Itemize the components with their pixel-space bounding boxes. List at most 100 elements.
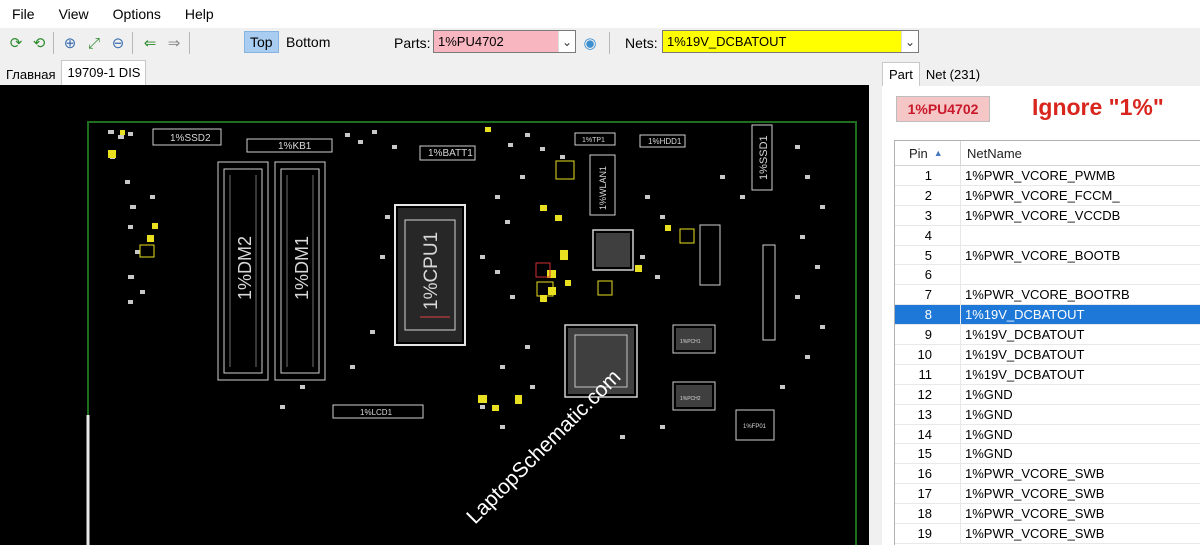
pin-cell: 13 xyxy=(895,404,961,424)
netname-column-header[interactable]: NetName xyxy=(961,141,1022,165)
pin-cell: 4 xyxy=(895,225,961,245)
pin-cell: 9 xyxy=(895,325,961,345)
menu-file[interactable]: File xyxy=(0,0,47,28)
table-row[interactable]: 13 1%GND xyxy=(895,404,1200,425)
toolbar-separator xyxy=(53,32,54,54)
label-pch2: 1%PCH2 xyxy=(680,396,701,402)
tab-part[interactable]: Part xyxy=(882,62,920,86)
menu-help[interactable]: Help xyxy=(173,0,226,28)
nets-combobox[interactable]: 1%19V_DCBATOUT ⌄ xyxy=(662,30,919,53)
table-row[interactable]: 4 xyxy=(895,225,1200,246)
refresh-icon[interactable]: ⟳ xyxy=(6,33,26,53)
back-arrow-icon[interactable]: ⇐ xyxy=(140,33,160,53)
table-row[interactable]: 14 1%GND xyxy=(895,424,1200,445)
netname-cell: 1%19V_DCBATOUT xyxy=(965,366,1085,382)
pin-cell: 19 xyxy=(895,524,961,543)
netname-cell: 1%GND xyxy=(965,406,1013,422)
pin-cell: 15 xyxy=(895,444,961,464)
table-row[interactable]: 9 1%19V_DCBATOUT xyxy=(895,325,1200,346)
table-row[interactable]: 11 1%19V_DCBATOUT xyxy=(895,364,1200,385)
forward-arrow-icon[interactable]: ⇒ xyxy=(164,33,184,53)
pin-cell: 7 xyxy=(895,285,961,305)
top-side-button[interactable]: Top xyxy=(244,31,279,53)
pin-cell: 18 xyxy=(895,504,961,524)
pin-column-header[interactable]: Pin ▲ xyxy=(895,141,961,165)
netname-cell: 1%19V_DCBATOUT xyxy=(965,307,1085,323)
right-panel: Part Net (231) 1%PU4702 Ignore "1%" Pin … xyxy=(882,62,1200,545)
pin-cell: 8 xyxy=(895,305,961,325)
netname-cell: 1%GND xyxy=(965,426,1013,442)
bottom-side-button[interactable]: Bottom xyxy=(281,31,335,53)
table-row[interactable]: 2 1%PWR_VCORE_FCCM_ xyxy=(895,185,1200,206)
pin-cell: 3 xyxy=(895,205,961,225)
chevron-down-icon[interactable]: ⌄ xyxy=(558,31,575,52)
pin-header-label: Pin xyxy=(909,145,928,161)
pin-cell: 14 xyxy=(895,424,961,444)
pin-cell: 12 xyxy=(895,384,961,404)
table-row[interactable]: 3 1%PWR_VCORE_VCCDB xyxy=(895,205,1200,226)
toolbar-separator xyxy=(189,32,190,54)
netname-cell: 1%19V_DCBATOUT xyxy=(965,347,1085,363)
tab-home[interactable]: Главная xyxy=(0,63,61,85)
menu-options[interactable]: Options xyxy=(101,0,173,28)
bulb-icon[interactable]: ◉ xyxy=(580,33,600,53)
netname-cell: 1%PWR_VCORE_SWB xyxy=(965,466,1105,482)
netname-cell: 1%PWR_VCORE_SWB xyxy=(965,506,1105,522)
netname-cell: 1%PWR_VCORE_VCCDB xyxy=(965,207,1121,223)
parts-combobox[interactable]: 1%PU4702 ⌄ xyxy=(433,30,576,53)
netname-cell: 1%PWR_VCORE_BOOTB xyxy=(965,247,1121,263)
table-row[interactable]: 10 1%19V_DCBATOUT xyxy=(895,345,1200,365)
toolbar-separator xyxy=(609,32,610,54)
netname-cell: 1%PWR_VCORE_BOOTRB xyxy=(965,287,1130,303)
nets-value[interactable]: 1%19V_DCBATOUT xyxy=(663,31,901,52)
parts-label: Parts: xyxy=(394,35,431,51)
watermark-text: LaptopSchematic.com xyxy=(462,365,625,528)
parts-value[interactable]: 1%PU4702 xyxy=(434,31,558,52)
pin-cell: 2 xyxy=(895,185,961,205)
netname-cell: 1%PWR_VCORE_SWB xyxy=(965,486,1105,502)
table-row[interactable]: 16 1%PWR_VCORE_SWB xyxy=(895,464,1200,485)
table-row[interactable]: 18 1%PWR_VCORE_SWB xyxy=(895,504,1200,525)
tab-net[interactable]: Net (231) xyxy=(920,64,986,86)
chevron-down-icon[interactable]: ⌄ xyxy=(901,31,918,52)
netname-cell: 1%GND xyxy=(965,386,1013,402)
netname-cell: 1%PWR_VCORE_FCCM_ xyxy=(965,187,1120,203)
menu-view[interactable]: View xyxy=(47,0,101,28)
netname-cell xyxy=(961,265,965,284)
table-row[interactable]: 17 1%PWR_VCORE_SWB xyxy=(895,484,1200,505)
table-row[interactable]: 6 xyxy=(895,265,1200,286)
label-lcd1: 1%LCD1 xyxy=(360,408,393,417)
menu-bar: File View Options Help xyxy=(0,0,1200,28)
panel-splitter[interactable] xyxy=(869,62,882,545)
tab-board[interactable]: 19709-1 DIS xyxy=(61,60,147,85)
table-row[interactable]: 5 1%PWR_VCORE_BOOTB xyxy=(895,245,1200,266)
label-hdd1: 1%HDD1 xyxy=(648,137,682,146)
zoom-in-icon[interactable]: ⊕ xyxy=(60,33,80,53)
board-canvas[interactable]: 1%SSD2 1%KB1 1%BATT1 1%TP1 1%HDD1 1%SSD1… xyxy=(0,85,869,545)
label-wlan1: 1%WLAN1 xyxy=(598,166,608,210)
table-row[interactable]: 12 1%GND xyxy=(895,384,1200,405)
label-fp01: 1%FP01 xyxy=(743,424,767,430)
annotation-note: Ignore "1%" xyxy=(1032,94,1164,120)
pin-cell: 17 xyxy=(895,484,961,504)
table-row[interactable]: 15 1%GND xyxy=(895,444,1200,465)
label-kb1: 1%KB1 xyxy=(278,141,312,152)
netname-cell: 1%PWR_VCORE_PWMB xyxy=(965,168,1116,183)
pin-table: Pin ▲ NetName 1 1%PWR_VCORE_PWMB 2 1%PWR_VC… xyxy=(894,140,1200,545)
toolbar-separator xyxy=(132,32,133,54)
label-pch1: 1%PCH1 xyxy=(680,339,701,345)
table-row[interactable]: 8 1%19V_DCBATOUT xyxy=(895,305,1200,326)
pin-cell: 5 xyxy=(895,245,961,265)
netname-cell: 1%GND xyxy=(965,446,1013,462)
label-cpu1: 1%CPU1 xyxy=(421,232,442,310)
table-row[interactable]: 7 1%PWR_VCORE_BOOTRB xyxy=(895,285,1200,306)
fit-icon[interactable]: ⤢ xyxy=(84,33,104,53)
zoom-out-icon[interactable]: ⊖ xyxy=(108,33,128,53)
reload-icon[interactable]: ⟲ xyxy=(29,33,49,53)
table-row[interactable]: 1 1%PWR_VCORE_PWMB xyxy=(895,166,1200,186)
label-ssd2: 1%SSD2 xyxy=(170,133,211,144)
table-row[interactable]: 19 1%PWR_VCORE_SWB xyxy=(895,524,1200,544)
part-name-badge: 1%PU4702 xyxy=(896,96,990,122)
document-tabs: Главная 19709-1 DIS xyxy=(0,60,147,85)
label-tp1: 1%TP1 xyxy=(582,137,605,144)
